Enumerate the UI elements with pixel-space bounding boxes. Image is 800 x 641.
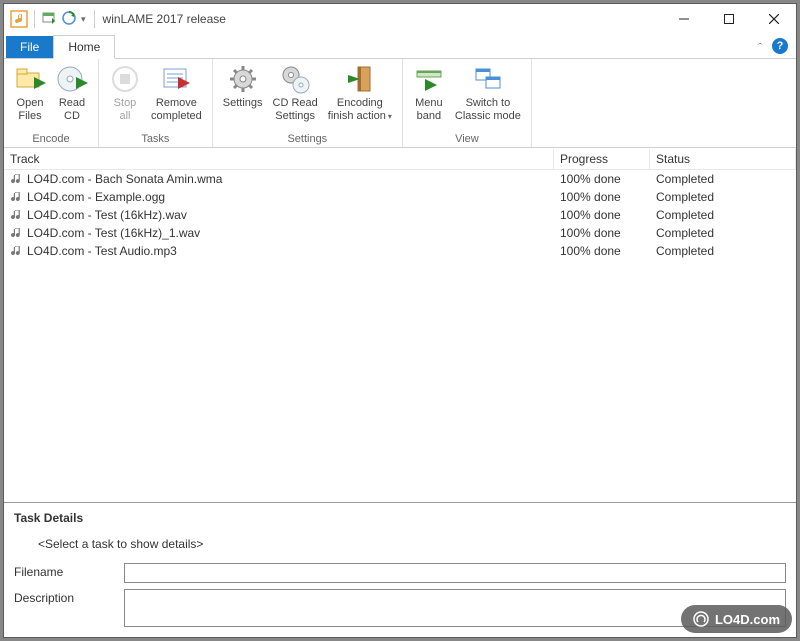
column-progress[interactable]: Progress: [554, 149, 650, 169]
progress-cell: 100% done: [554, 172, 650, 186]
read-cd-button[interactable]: ReadCD: [52, 61, 92, 131]
task-details-panel: Task Details <Select a task to show deta…: [4, 502, 796, 637]
table-row[interactable]: LO4D.com - Test (16kHz).wav 100% doneComp…: [4, 206, 796, 224]
menu-band-icon: [413, 63, 445, 95]
filename-field[interactable]: [124, 563, 786, 583]
remove-list-icon: [160, 63, 192, 95]
track-name: LO4D.com - Test Audio.mp3: [27, 244, 177, 258]
chevron-down-icon: ▾: [388, 112, 392, 121]
column-track[interactable]: Track: [4, 149, 554, 169]
progress-cell: 100% done: [554, 244, 650, 258]
app-window: ▾ winLAME 2017 release File Home ˆ ? Ope…: [3, 3, 797, 638]
door-exit-icon: [344, 63, 376, 95]
help-icon[interactable]: ?: [772, 38, 788, 54]
track-name: LO4D.com - Test (16kHz)_1.wav: [27, 226, 200, 240]
table-row[interactable]: LO4D.com - Example.ogg 100% doneCompleted: [4, 188, 796, 206]
music-note-icon: [10, 244, 24, 258]
cd-icon: [56, 63, 88, 95]
windows-icon: [472, 63, 504, 95]
quick-access-toolbar: ▾: [32, 10, 86, 29]
status-cell: Completed: [650, 190, 796, 204]
stop-all-button: Stopall: [105, 61, 145, 131]
track-name: LO4D.com - Test (16kHz).wav: [27, 208, 187, 222]
qat-save-icon[interactable]: [41, 10, 57, 29]
qat-dropdown-icon[interactable]: ▾: [81, 14, 86, 25]
status-cell: Completed: [650, 208, 796, 222]
table-row[interactable]: LO4D.com - Test (16kHz)_1.wav 100% doneCo…: [4, 224, 796, 242]
titlebar: ▾ winLAME 2017 release: [4, 4, 796, 34]
column-status[interactable]: Status: [650, 149, 796, 169]
stop-icon: [109, 63, 141, 95]
content-area: Track Progress Status LO4D.com - Bach So…: [4, 148, 796, 637]
app-icon: [10, 10, 28, 28]
group-settings: Settings CD ReadSettings Encodingfinish …: [213, 59, 403, 147]
music-note-icon: [10, 208, 24, 222]
remove-completed-button[interactable]: Removecompleted: [147, 61, 206, 131]
maximize-button[interactable]: [706, 5, 751, 34]
group-tasks: Stopall Removecompleted Tasks: [99, 59, 213, 147]
close-button[interactable]: [751, 5, 796, 34]
gear-cd-icon: [279, 63, 311, 95]
progress-cell: 100% done: [554, 190, 650, 204]
music-note-icon: [10, 190, 24, 204]
status-cell: Completed: [650, 172, 796, 186]
tab-home[interactable]: Home: [53, 35, 115, 59]
classic-mode-button[interactable]: Switch toClassic mode: [451, 61, 525, 131]
gear-icon: [227, 63, 259, 95]
progress-cell: 100% done: [554, 208, 650, 222]
qat-refresh-icon[interactable]: [61, 10, 77, 29]
track-name: LO4D.com - Bach Sonata Amin.wma: [27, 172, 222, 186]
settings-button[interactable]: Settings: [219, 61, 267, 131]
track-list[interactable]: LO4D.com - Bach Sonata Amin.wma 100% done…: [4, 170, 796, 502]
folder-open-icon: [14, 63, 46, 95]
menu-band-button[interactable]: Menuband: [409, 61, 449, 131]
encoding-finish-action-button[interactable]: Encodingfinish action▾: [324, 61, 396, 131]
open-files-button[interactable]: OpenFiles: [10, 61, 50, 131]
cd-read-settings-button[interactable]: CD ReadSettings: [269, 61, 322, 131]
music-note-icon: [10, 172, 24, 186]
watermark: LO4D.com: [681, 605, 792, 633]
collapse-ribbon-icon[interactable]: ˆ: [752, 38, 768, 58]
ribbon-tabs: File Home ˆ ?: [4, 34, 796, 58]
tab-file[interactable]: File: [6, 36, 53, 58]
group-view: Menuband Switch toClassic mode View: [403, 59, 532, 147]
progress-cell: 100% done: [554, 226, 650, 240]
task-details-hint: <Select a task to show details>: [38, 537, 786, 551]
list-header: Track Progress Status: [4, 148, 796, 170]
filename-label: Filename: [14, 563, 124, 579]
track-name: LO4D.com - Example.ogg: [27, 190, 165, 204]
ribbon: OpenFiles ReadCD Encode Stopall Removeco…: [4, 58, 796, 148]
status-cell: Completed: [650, 226, 796, 240]
table-row[interactable]: LO4D.com - Bach Sonata Amin.wma 100% done…: [4, 170, 796, 188]
window-title: winLAME 2017 release: [103, 12, 226, 26]
minimize-button[interactable]: [661, 5, 706, 34]
status-cell: Completed: [650, 244, 796, 258]
task-details-title: Task Details: [14, 511, 786, 525]
group-encode: OpenFiles ReadCD Encode: [4, 59, 99, 147]
description-label: Description: [14, 589, 124, 605]
table-row[interactable]: LO4D.com - Test Audio.mp3 100% doneComple…: [4, 242, 796, 260]
music-note-icon: [10, 226, 24, 240]
